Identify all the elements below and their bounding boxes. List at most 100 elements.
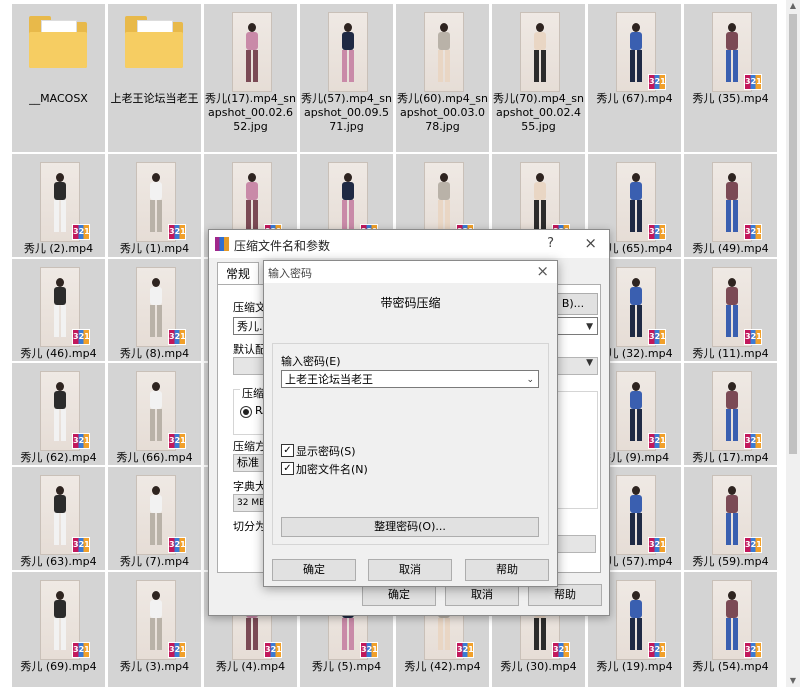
- password-input[interactable]: 上老王论坛当老王 ⌄: [281, 370, 539, 388]
- video-badge-icon: 321: [168, 433, 186, 449]
- chevron-down-icon: ▼: [586, 358, 593, 368]
- file-name: 秀儿(17).mp4_snapshot_00.02.652.jpg: [205, 92, 296, 133]
- file-name: 秀儿 (49).mp4: [692, 242, 769, 255]
- video-badge-icon: 321: [72, 537, 90, 553]
- file-name: 秀儿 (42).mp4: [404, 660, 481, 673]
- file-name: 上老王论坛当老王: [110, 92, 199, 105]
- file-item[interactable]: 321 秀儿 (49).mp4: [684, 154, 777, 257]
- file-item[interactable]: 秀儿(60).mp4_snapshot_00.03.078.jpg: [396, 4, 489, 152]
- video-badge-icon: 321: [552, 642, 570, 658]
- thumbnail: 321: [108, 467, 201, 555]
- scrollbar-thumb[interactable]: [789, 14, 797, 454]
- file-item[interactable]: 321 秀儿 (59).mp4: [684, 467, 777, 570]
- file-item[interactable]: 321 秀儿 (17).mp4: [684, 363, 777, 465]
- video-badge-icon: 321: [168, 537, 186, 553]
- thumbnail: 321: [108, 363, 201, 451]
- video-badge-icon: 321: [264, 642, 282, 658]
- file-name: 秀儿 (54).mp4: [692, 660, 769, 673]
- file-item[interactable]: 321 秀儿 (67).mp4: [588, 4, 681, 152]
- help-button[interactable]: 帮助: [528, 584, 602, 606]
- help-label: 帮助: [554, 588, 576, 601]
- organize-passwords-button[interactable]: 整理密码(O)...: [281, 517, 539, 537]
- thumbnail: 321: [108, 572, 201, 660]
- help-icon[interactable]: ?: [547, 236, 554, 251]
- thumbnail: 321: [684, 467, 777, 555]
- method-value: 标准: [237, 456, 259, 469]
- file-name: 秀儿 (69).mp4: [20, 660, 97, 673]
- dictionary-value: 32 MB: [237, 498, 266, 508]
- file-name: 秀儿 (4).mp4: [215, 660, 286, 673]
- file-name: 秀儿 (59).mp4: [692, 555, 769, 568]
- thumbnail: [204, 4, 297, 92]
- thumbnail: 321: [108, 259, 201, 347]
- video-badge-icon: 321: [744, 642, 762, 658]
- thumbnail: 321: [12, 572, 105, 660]
- file-name: 秀儿 (5).mp4: [311, 660, 382, 673]
- folder-item[interactable]: 上老王论坛当老王: [108, 4, 201, 152]
- file-name: 秀儿 (63).mp4: [20, 555, 97, 568]
- ok-button[interactable]: 确定: [272, 559, 356, 581]
- file-item[interactable]: 秀儿(70).mp4_snapshot_00.02.455.jpg: [492, 4, 585, 152]
- photo-thumbnail: [519, 12, 560, 92]
- file-item[interactable]: 秀儿(57).mp4_snapshot_00.09.571.jpg: [300, 4, 393, 152]
- file-name: 秀儿 (8).mp4: [119, 347, 190, 360]
- file-item[interactable]: 321 秀儿 (66).mp4: [108, 363, 201, 465]
- file-name: 秀儿(70).mp4_snapshot_00.02.455.jpg: [493, 92, 584, 133]
- cancel-button[interactable]: 取消: [368, 559, 452, 581]
- browse-button-label: B)...: [561, 297, 585, 310]
- file-item[interactable]: 321 秀儿 (46).mp4: [12, 259, 105, 361]
- file-item[interactable]: 321 秀儿 (1).mp4: [108, 154, 201, 257]
- file-item[interactable]: 321 秀儿 (7).mp4: [108, 467, 201, 570]
- file-item[interactable]: 321 秀儿 (11).mp4: [684, 259, 777, 361]
- tab-general[interactable]: 常规: [217, 262, 260, 284]
- close-icon[interactable]: ×: [584, 234, 597, 252]
- show-password-checkbox[interactable]: ✓: [281, 444, 294, 457]
- encrypt-names-checkbox[interactable]: ✓: [281, 462, 294, 475]
- video-badge-icon: 321: [648, 329, 666, 345]
- ok-label: 确定: [388, 588, 410, 601]
- file-item[interactable]: 321 秀儿 (2).mp4: [12, 154, 105, 257]
- file-name: 秀儿 (19).mp4: [596, 660, 673, 673]
- thumbnail: 321: [12, 259, 105, 347]
- video-badge-icon: 321: [456, 642, 474, 658]
- file-item[interactable]: 321 秀儿 (8).mp4: [108, 259, 201, 361]
- thumbnail: 321: [12, 154, 105, 242]
- file-name: 秀儿 (46).mp4: [20, 347, 97, 360]
- thumbnail: 321: [588, 4, 681, 92]
- file-item[interactable]: 321 秀儿 (35).mp4: [684, 4, 777, 152]
- close-icon[interactable]: ×: [536, 262, 549, 280]
- thumbnail: [492, 4, 585, 92]
- file-item[interactable]: 321 秀儿 (62).mp4: [12, 363, 105, 465]
- cancel-button[interactable]: 取消: [445, 584, 519, 606]
- folder-item[interactable]: __MACOSX: [12, 4, 105, 152]
- video-badge-icon: 321: [744, 74, 762, 90]
- video-badge-icon: 321: [360, 642, 378, 658]
- file-item[interactable]: 321 秀儿 (63).mp4: [12, 467, 105, 570]
- ok-button[interactable]: 确定: [362, 584, 436, 606]
- format-rar-radio[interactable]: [240, 406, 252, 418]
- file-item[interactable]: 321 秀儿 (3).mp4: [108, 572, 201, 687]
- scroll-down-icon[interactable]: ▼: [789, 677, 797, 685]
- password-dialog-titlebar[interactable]: 输入密码 ×: [264, 261, 557, 283]
- split-label: 切分为: [233, 520, 266, 533]
- cancel-label: 取消: [399, 563, 421, 576]
- password-dialog: 输入密码 × 带密码压缩 输入密码(E) 上老王论坛当老王 ⌄ ✓ 显示密码(S)…: [263, 260, 558, 587]
- dictionary-label: 字典大: [233, 480, 266, 493]
- vertical-scrollbar[interactable]: ▲ ▼: [786, 0, 800, 687]
- file-name: 秀儿 (1).mp4: [119, 242, 190, 255]
- thumbnail: 321: [684, 572, 777, 660]
- help-button[interactable]: 帮助: [465, 559, 549, 581]
- file-item[interactable]: 321 秀儿 (54).mp4: [684, 572, 777, 687]
- cancel-label: 取消: [471, 588, 493, 601]
- file-name: 秀儿 (67).mp4: [596, 92, 673, 105]
- archive-dialog-titlebar[interactable]: 压缩文件名和参数 ? ×: [209, 230, 609, 258]
- encrypt-names-label: 加密文件名(N): [296, 463, 368, 476]
- archive-dialog-title: 压缩文件名和参数: [234, 239, 331, 253]
- thumbnail: 321: [684, 154, 777, 242]
- file-item[interactable]: 秀儿(17).mp4_snapshot_00.02.652.jpg: [204, 4, 297, 152]
- file-item[interactable]: 321 秀儿 (69).mp4: [12, 572, 105, 687]
- scroll-up-icon[interactable]: ▲: [789, 2, 797, 10]
- file-name: 秀儿 (66).mp4: [116, 451, 193, 464]
- chevron-down-icon: ▼: [586, 322, 593, 332]
- photo-thumbnail: [231, 12, 272, 92]
